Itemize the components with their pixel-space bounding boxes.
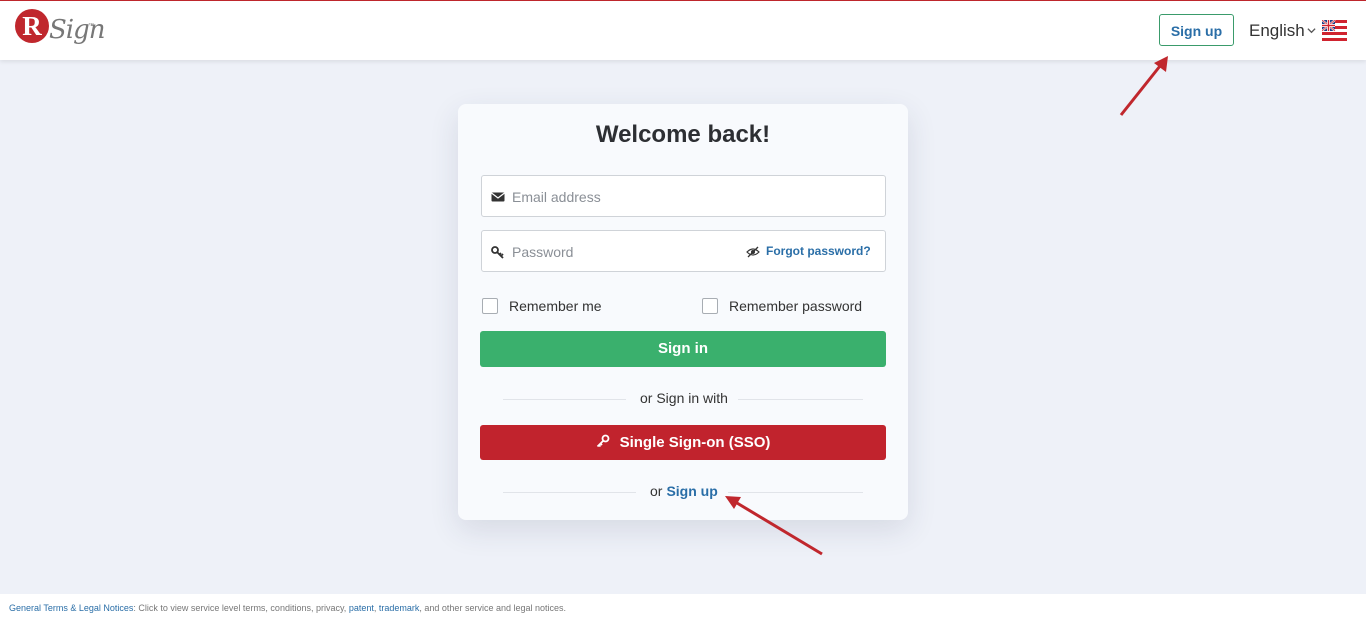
divider-left [503, 399, 626, 400]
password-field[interactable]: Forgot password? [481, 230, 886, 273]
sso-label: Single Sign-on (SSO) [619, 434, 771, 451]
rsign-logo[interactable]: R Sign ™ [15, 7, 106, 55]
trademark-link[interactable]: trademark [379, 603, 420, 613]
footer-text-1: : Click to view service level terms, con… [133, 603, 347, 613]
logo-trademark: ™ [88, 23, 94, 29]
header-signup-button[interactable]: Sign up [1159, 14, 1234, 46]
sso-button[interactable]: Single Sign-on (SSO) [480, 425, 886, 460]
chevron-down-icon[interactable] [1307, 26, 1316, 35]
uk-flag-icon[interactable] [1322, 20, 1347, 42]
terms-link[interactable]: General Terms & Legal Notices [9, 603, 133, 613]
envelope-icon [491, 192, 505, 202]
login-card: Welcome back! Forgot password? Remember … [458, 104, 908, 520]
footer-comma: , [373, 603, 377, 613]
key-icon [491, 246, 504, 259]
or-label: or [650, 483, 663, 499]
remember-password-label: Remember password [729, 298, 863, 314]
divider-right-2 [728, 492, 863, 493]
page-title: Welcome back! [595, 121, 771, 148]
footer-text-2: , and other service and legal notices. [419, 603, 566, 613]
or-signup-row: or Sign up [650, 483, 718, 499]
remember-me-label: Remember me [509, 298, 602, 314]
signup-link[interactable]: Sign up [666, 483, 717, 499]
header: R Sign ™ Sign up English [0, 1, 1366, 60]
logo-sign-word: Sign [49, 15, 106, 45]
password-input[interactable] [510, 231, 754, 273]
email-field[interactable] [481, 175, 886, 218]
language-selector[interactable]: English [1249, 21, 1305, 41]
eye-slash-icon[interactable] [746, 245, 760, 259]
divider-right [738, 399, 863, 400]
remember-password-checkbox[interactable] [702, 298, 718, 314]
divider-left-2 [503, 492, 636, 493]
footer: General Terms & Legal Notices: Click to … [0, 594, 1366, 625]
email-input[interactable] [510, 176, 754, 218]
sign-in-button[interactable]: Sign in [480, 331, 886, 367]
patent-link[interactable]: patent [349, 603, 374, 613]
forgot-password-link[interactable]: Forgot password? [766, 244, 871, 258]
footer-legal-text: General Terms & Legal Notices: Click to … [9, 603, 566, 613]
logo-r-mark: R [15, 9, 49, 43]
sign-in-with-label: or Sign in with [640, 390, 728, 406]
annotation-arrow-header [1119, 56, 1168, 116]
remember-me-checkbox[interactable] [482, 298, 498, 314]
key-icon [596, 434, 609, 448]
